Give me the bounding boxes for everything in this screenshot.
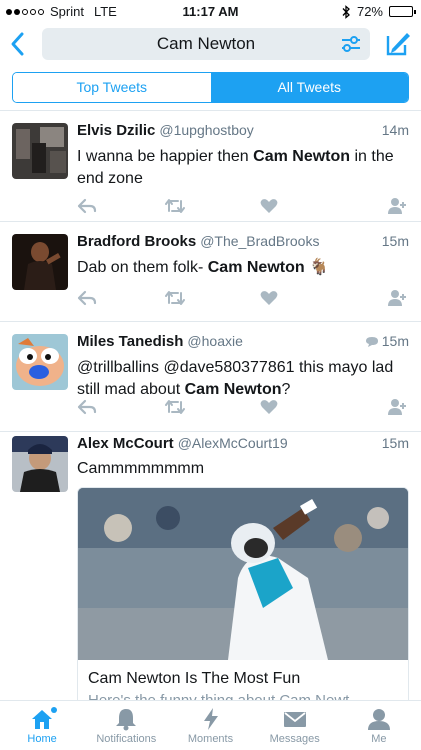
follow-user-icon[interactable] — [387, 197, 407, 215]
retweet-icon[interactable] — [165, 197, 185, 215]
person-icon — [367, 709, 390, 730]
like-heart-icon[interactable] — [259, 398, 279, 416]
search-query: Cam Newton — [156, 34, 256, 53]
tab-label: Home — [27, 733, 57, 745]
status-bar: Sprint LTE 11:17 AM 72% — [0, 0, 421, 22]
link-preview-image — [78, 488, 408, 660]
tweet-author-handle[interactable]: @AlexMcCourt19 — [178, 435, 288, 451]
tab-notifications[interactable]: Notifications — [84, 701, 168, 750]
battery-icon — [389, 6, 416, 17]
tweet-text: Cammmmmmmm — [77, 460, 205, 477]
link-preview-title: Cam Newton Is The Most Fun — [88, 670, 301, 687]
tweet-actions — [77, 289, 407, 307]
envelope-icon — [283, 712, 306, 727]
tweet-timestamp: 14m — [381, 122, 409, 138]
conversation-bubble-icon — [366, 337, 378, 347]
tweet-timestamp: 15m — [381, 333, 409, 349]
search-highlight: Cam Newton — [207, 259, 305, 276]
tab-all-tweets[interactable]: All Tweets — [210, 73, 408, 102]
tweet-author-name[interactable]: Bradford Brooks — [77, 233, 196, 250]
compose-tweet-icon[interactable] — [383, 28, 411, 58]
avatar[interactable] — [12, 123, 68, 179]
bluetooth-icon — [342, 4, 350, 19]
tweet-text: @trillballins @dave580377861 this mayo l… — [77, 359, 394, 398]
search-input[interactable]: Cam Newton — [42, 28, 370, 60]
tab-label: Moments — [187, 733, 234, 745]
tweet-actions — [77, 197, 407, 215]
avatar[interactable] — [12, 234, 68, 290]
search-highlight: Cam Newton — [184, 381, 282, 398]
tab-messages[interactable]: Messages — [253, 701, 337, 750]
retweet-icon[interactable] — [165, 398, 185, 416]
bottom-tab-bar: Home Notifications Moments Messages Me — [0, 700, 421, 750]
avatar[interactable] — [12, 334, 68, 390]
link-preview-card[interactable]: Cam Newton Is The Most Fun Here's the fu… — [77, 487, 409, 707]
new-content-indicator — [51, 707, 57, 713]
follow-user-icon[interactable] — [387, 289, 407, 307]
tweet-timestamp: 15m — [381, 435, 409, 451]
tweet[interactable]: Bradford Brooks @The_BradBrooks 15m Dab o… — [0, 222, 421, 322]
tab-label: Messages — [269, 733, 320, 745]
tweet-author-name[interactable]: Alex McCourt — [77, 435, 174, 452]
tweet-timestamp: 15m — [381, 233, 409, 249]
tweet-actions — [77, 398, 407, 416]
lightning-icon — [203, 708, 218, 730]
tweet-text: I wanna be happier then Cam Newton in th… — [77, 148, 394, 187]
tweet-author-handle[interactable]: @1upghostboy — [159, 122, 253, 138]
like-heart-icon[interactable] — [259, 289, 279, 307]
battery-percent: 72% — [356, 4, 383, 19]
tweet-author-handle[interactable]: @The_BradBrooks — [200, 233, 319, 249]
filter-sliders-icon[interactable] — [340, 34, 362, 54]
retweet-icon[interactable] — [165, 289, 185, 307]
tab-me[interactable]: Me — [337, 701, 421, 750]
avatar[interactable] — [12, 436, 68, 492]
tweet-author-name[interactable]: Elvis Dzilic — [77, 122, 155, 139]
reply-icon[interactable] — [77, 289, 97, 307]
tweet-type-segmented-control: Top Tweets All Tweets — [12, 72, 409, 103]
tab-label: Notifications — [96, 733, 157, 745]
tweet[interactable]: Elvis Dzilic @1upghostboy 14m I wanna be … — [0, 111, 421, 222]
tab-label: Me — [371, 733, 387, 745]
bell-icon — [116, 709, 137, 731]
tab-top-tweets[interactable]: Top Tweets — [13, 73, 211, 102]
search-header: Cam Newton — [0, 22, 421, 66]
tweet[interactable]: Alex McCourt @AlexMcCourt19 15m Cammmmmmm… — [0, 432, 421, 707]
tab-home[interactable]: Home — [0, 701, 84, 750]
like-heart-icon[interactable] — [259, 197, 279, 215]
tweet-author-name[interactable]: Miles Tanedish — [77, 333, 183, 350]
reply-icon[interactable] — [77, 197, 97, 215]
follow-user-icon[interactable] — [387, 398, 407, 416]
reply-icon[interactable] — [77, 398, 97, 416]
tweet[interactable]: Miles Tanedish @hoaxie 15m @trillballins … — [0, 322, 421, 432]
tweet-author-handle[interactable]: @hoaxie — [187, 333, 242, 349]
tab-moments[interactable]: Moments — [168, 701, 252, 750]
search-highlight: Cam Newton — [253, 148, 351, 165]
back-chevron-icon[interactable] — [8, 30, 28, 58]
tweet-text: Dab on them folk- Cam Newton 🐐 — [77, 259, 330, 276]
